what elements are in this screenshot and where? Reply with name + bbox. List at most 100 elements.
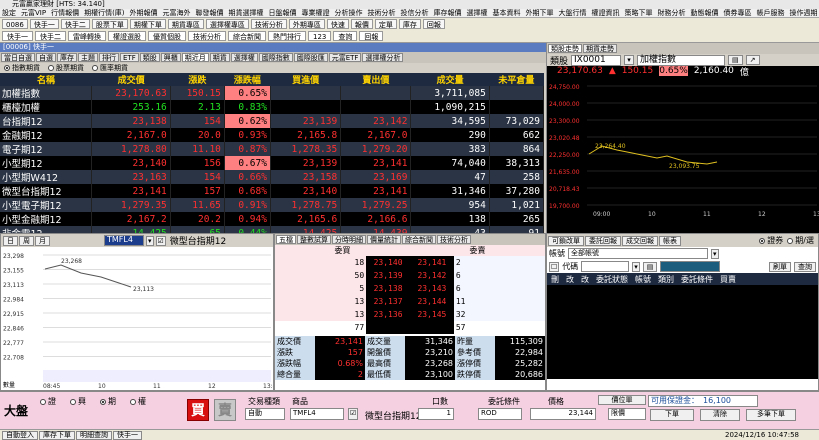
toolbar-button[interactable]: 優質個股 bbox=[148, 31, 186, 41]
checkbox[interactable]: ☑ bbox=[348, 408, 359, 420]
menu-item[interactable]: 外期報價 bbox=[130, 9, 158, 17]
order-tab[interactable]: 帳表 bbox=[659, 235, 681, 246]
multi-order-button[interactable]: 多筆下單 bbox=[746, 409, 796, 421]
radio-option[interactable]: 股票期貨 bbox=[48, 63, 84, 73]
orderbook-row[interactable]: 50 23,139 23,142 6 bbox=[275, 269, 545, 282]
status-tab[interactable]: 明細查詢 bbox=[76, 430, 112, 440]
toolbar-button[interactable]: 技術分析 bbox=[188, 31, 226, 41]
radio-option[interactable]: 匯率期貨 bbox=[92, 63, 128, 73]
menu-item[interactable]: 聯發報價 bbox=[196, 9, 224, 17]
toolbar-button[interactable]: 回報 bbox=[359, 31, 384, 41]
condition-select[interactable]: ROD bbox=[478, 408, 522, 420]
buy-button[interactable]: 買 bbox=[187, 399, 209, 421]
toolbar-button[interactable]: 報價 bbox=[350, 19, 373, 29]
table-row[interactable]: 小型金融期12 2,167.2 20.2 0.94% 2,165.6 2,166.6 138… bbox=[0, 212, 545, 226]
period-tab[interactable]: 周 bbox=[19, 235, 34, 246]
orderbook-tab[interactable]: 分時明細 bbox=[332, 235, 366, 244]
trend-tab[interactable]: 類股走勢 bbox=[548, 44, 582, 53]
item-code-field[interactable]: TMFL4 bbox=[290, 408, 344, 420]
order-tab[interactable]: 可鎖改單 bbox=[548, 235, 584, 246]
toolbar-button[interactable]: 股票下單 bbox=[91, 19, 128, 29]
radio-option[interactable]: 證券 bbox=[759, 235, 783, 246]
toolbar-button[interactable]: 雷峰轉換 bbox=[68, 31, 106, 41]
tab-4[interactable]: 排行 bbox=[99, 53, 119, 62]
tab-13[interactable]: 元富ETF bbox=[328, 53, 362, 62]
orderbook-tab[interactable]: 價量統計 bbox=[367, 235, 401, 244]
tab-2[interactable]: 庫存 bbox=[57, 53, 77, 62]
tab-1[interactable]: 自選 bbox=[36, 53, 56, 62]
table-row[interactable]: 小型期12 23,140 156 0.67% 23,139 23,141 74,040 38,… bbox=[0, 156, 545, 170]
tab-3[interactable]: 主題 bbox=[78, 53, 98, 62]
trade-type-select[interactable]: 自動 bbox=[245, 408, 285, 420]
clear-button[interactable]: 清除 bbox=[700, 409, 740, 421]
toolbar-button[interactable]: 查詢 bbox=[333, 31, 358, 41]
menu-item[interactable]: 元富海外 bbox=[163, 9, 191, 17]
menu-item[interactable]: 大盤行情 bbox=[559, 9, 587, 17]
status-tab[interactable]: 快手一 bbox=[113, 430, 142, 440]
price-mode-select[interactable]: 限價 bbox=[608, 408, 646, 420]
index-code-field[interactable]: IX0001 bbox=[571, 54, 622, 66]
toolbar-button[interactable]: 快手一 bbox=[29, 19, 59, 29]
order-tab[interactable]: 成交回報 bbox=[622, 235, 658, 246]
menu-item[interactable]: 元富VIP bbox=[21, 9, 46, 17]
lot-stepper[interactable]: 1 bbox=[418, 408, 454, 420]
tab-12[interactable]: 國際股匯 bbox=[293, 53, 328, 62]
account-select[interactable]: 全部帳號 bbox=[568, 248, 708, 259]
menu-item[interactable]: 選擇權 bbox=[467, 9, 488, 17]
period-tab[interactable]: 日 bbox=[3, 235, 18, 246]
dropdown-icon[interactable]: ▾ bbox=[711, 248, 719, 259]
tab-0[interactable]: 當日自選 bbox=[1, 53, 35, 62]
toolbar-button[interactable]: 快手二 bbox=[35, 31, 66, 41]
sell-button[interactable]: 賣 bbox=[214, 399, 236, 421]
orderbook-tab[interactable]: 技術分析 bbox=[437, 235, 471, 244]
period-tab[interactable]: 月 bbox=[35, 235, 50, 246]
checkbox[interactable]: ☑ bbox=[155, 235, 166, 246]
menu-item[interactable]: 期權行情(庫) bbox=[84, 9, 124, 17]
menu-item[interactable]: 日盤報價 bbox=[269, 9, 297, 17]
orderbook-row[interactable]: 5 23,138 23,143 6 bbox=[275, 282, 545, 295]
toolbar-button[interactable]: 權證選股 bbox=[108, 31, 146, 41]
price-stepper[interactable]: 23,144 bbox=[530, 408, 596, 420]
toolbar-button[interactable]: 外期專區 bbox=[288, 19, 325, 29]
table-row[interactable]: 微型台指期12 23,141 157 0.68% 23,140 23,141 31,346 3… bbox=[0, 184, 545, 198]
query-button[interactable]: 查詢 bbox=[794, 261, 816, 272]
table-row[interactable]: 金融期12 2,167.0 20.0 0.93% 2,165.8 2,167.0 290 66… bbox=[0, 128, 545, 142]
orderbook-row[interactable]: 13 23,136 23,145 32 bbox=[275, 308, 545, 321]
table-row[interactable]: 台指期12 23,138 154 0.62% 23,139 23,142 34,595 73,… bbox=[0, 114, 545, 128]
menu-item[interactable]: 動態報價 bbox=[691, 9, 719, 17]
order-tab[interactable]: 委託回報 bbox=[585, 235, 621, 246]
table-row[interactable]: 櫃檯加權 253.16 2.13 0.83% 1,090,215 bbox=[0, 100, 545, 114]
price-ladder-button[interactable]: 價位單 bbox=[598, 395, 646, 405]
orderbook-tab[interactable]: 整數試算 bbox=[297, 235, 331, 244]
radio-option[interactable]: 期/選 bbox=[787, 235, 814, 246]
menu-item[interactable]: 操作週期 bbox=[790, 9, 818, 17]
menu-item[interactable]: 設定 bbox=[2, 9, 16, 17]
market-option[interactable]: 期 bbox=[100, 396, 116, 407]
table-row[interactable]: 電子期12 1,278.80 11.10 0.87% 1,278.35 1,279.20 3… bbox=[0, 142, 545, 156]
market-option[interactable]: 權 bbox=[130, 396, 146, 407]
tab-7[interactable]: 興櫃 bbox=[160, 53, 181, 62]
menu-item[interactable]: 分析操作 bbox=[335, 9, 363, 17]
chart-icon[interactable]: ↗ bbox=[745, 55, 760, 65]
status-tab[interactable]: 庫存下單 bbox=[39, 430, 75, 440]
menu-item[interactable]: 行情報價 bbox=[51, 9, 79, 17]
menu-item[interactable]: 投信分析 bbox=[401, 9, 429, 17]
tab-10[interactable]: 選擇權 bbox=[230, 53, 258, 62]
menu-item[interactable]: 財務分析 bbox=[658, 9, 686, 17]
toolbar-button[interactable]: 0086 bbox=[2, 19, 28, 29]
toolbar-button[interactable]: 熱門排行 bbox=[268, 31, 306, 41]
settings-icon[interactable]: ▤ bbox=[728, 55, 743, 65]
toolbar-button[interactable]: 快手一 bbox=[2, 31, 33, 41]
menu-item[interactable]: 技術分析 bbox=[368, 9, 396, 17]
menu-item[interactable]: 基本資料 bbox=[493, 9, 521, 17]
refresh-button[interactable]: 刷單 bbox=[769, 261, 791, 272]
table-row[interactable]: 加權指數 23,170.63 150.15 0.65% 3,711,085 bbox=[0, 86, 545, 100]
tab-5[interactable]: ETF bbox=[120, 53, 139, 62]
toolbar-button[interactable]: 快速 bbox=[326, 19, 349, 29]
dropdown-icon[interactable]: ▾ bbox=[624, 55, 635, 65]
menu-item[interactable]: 專業權證 bbox=[302, 9, 330, 17]
toolbar-button[interactable]: 回報 bbox=[422, 19, 445, 29]
dropdown-icon[interactable]: ▾ bbox=[632, 261, 640, 272]
radio-option[interactable]: 指數期貨 bbox=[4, 63, 40, 73]
orderbook-row[interactable]: 18 23,140 23,141 2 bbox=[275, 256, 545, 269]
